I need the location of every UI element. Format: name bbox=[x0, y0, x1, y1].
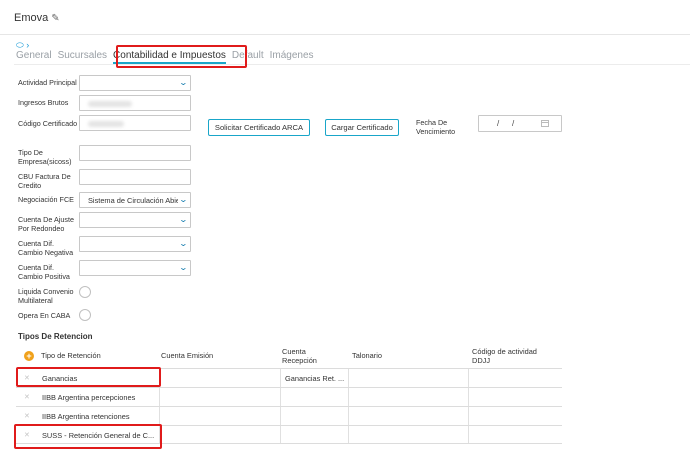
add-icon[interactable]: + bbox=[24, 351, 34, 361]
label-ingresos-brutos: Ingresos Brutos bbox=[18, 98, 69, 107]
cell-codigo[interactable] bbox=[468, 426, 469, 443]
calendar-icon[interactable] bbox=[541, 120, 549, 127]
label-cuenta-dif-negativa: Cuenta Dif. Cambio Negativa bbox=[18, 239, 74, 257]
chevron-down-icon: ⌄ bbox=[178, 215, 189, 224]
chevron-right-icon[interactable]: › bbox=[26, 40, 29, 50]
col-talonario: Talonario bbox=[352, 351, 382, 360]
col-cuenta-recepcion: Cuenta Recepción bbox=[282, 347, 317, 365]
label-fecha-vencimiento: Fecha De Vencimiento bbox=[416, 118, 456, 136]
cbu-factura-input[interactable] bbox=[79, 169, 191, 185]
solicitar-certificado-button[interactable]: Solicitar Certificado ARCA bbox=[208, 119, 310, 136]
remove-icon[interactable]: ✕ bbox=[24, 412, 30, 420]
cargar-certificado-button[interactable]: Cargar Certificado bbox=[325, 119, 399, 136]
row-tipo: IIBB Argentina percepciones bbox=[42, 393, 136, 402]
header-divider bbox=[0, 34, 690, 35]
pencil-icon[interactable]: ✎ bbox=[51, 13, 59, 24]
cell-cuenta-emision[interactable] bbox=[159, 388, 160, 406]
cell-talonario[interactable] bbox=[348, 369, 349, 387]
highlight-box-ganancias bbox=[16, 367, 161, 387]
table-row[interactable]: ✕ IIBB Argentina percepciones bbox=[16, 387, 562, 406]
retenciones-title: Tipos De Retencion bbox=[18, 332, 93, 341]
fecha-vencimiento-input[interactable]: / / bbox=[478, 115, 562, 132]
row-tipo: IIBB Argentina retenciones bbox=[42, 412, 130, 421]
col-codigo-actividad: Código de actividad DDJJ bbox=[472, 347, 537, 365]
tab-general[interactable]: General bbox=[16, 50, 52, 64]
col-tipo-retencion: Tipo de Retención bbox=[41, 351, 101, 360]
redacted-value bbox=[88, 101, 132, 107]
negociacion-fce-value: Sistema de Circulación Abierta bbox=[88, 196, 178, 205]
label-opera-caba: Opera En CABA bbox=[18, 311, 71, 320]
cell-codigo[interactable] bbox=[468, 388, 469, 406]
tag-icon[interactable]: ⬭ bbox=[16, 40, 24, 50]
chevron-down-icon: ⌄ bbox=[178, 263, 189, 272]
remove-icon[interactable]: ✕ bbox=[24, 393, 30, 401]
chevron-down-icon: ⌄ bbox=[178, 195, 189, 204]
negociacion-fce-select[interactable]: Sistema de Circulación Abierta ⌄ bbox=[79, 192, 191, 208]
label-cbu-factura: CBU Factura De Credito bbox=[18, 172, 71, 190]
cell-talonario[interactable] bbox=[348, 407, 349, 425]
cuenta-dif-negativa-select[interactable]: ⌄ bbox=[79, 236, 191, 252]
label-negociacion-fce: Negociación FCE bbox=[18, 195, 74, 204]
ingresos-brutos-input[interactable] bbox=[79, 95, 191, 111]
page-title: Emova ✎ bbox=[14, 12, 60, 24]
label-liquida-convenio: Liquida Convenio Multilateral bbox=[18, 287, 74, 305]
date-separator: / bbox=[497, 119, 500, 128]
chevron-down-icon: ⌄ bbox=[178, 78, 189, 87]
cell-cuenta-recepcion[interactable] bbox=[280, 407, 281, 425]
cell-codigo[interactable] bbox=[468, 369, 469, 387]
label-actividad-principal: Actividad Principal bbox=[18, 78, 77, 87]
tab-sucursales[interactable]: Sucursales bbox=[58, 50, 107, 64]
highlight-box-suss bbox=[14, 424, 162, 449]
label-cuenta-dif-positiva: Cuenta Dif. Cambio Positiva bbox=[18, 263, 70, 281]
label-tipo-empresa: Tipo De Empresa(sicoss) bbox=[18, 148, 72, 166]
cuenta-dif-positiva-select[interactable]: ⌄ bbox=[79, 260, 191, 276]
cell-talonario[interactable] bbox=[348, 426, 349, 443]
actividad-principal-select[interactable]: ⌄ bbox=[79, 75, 191, 91]
label-cuenta-ajuste: Cuenta De Ajuste Por Redondeo bbox=[18, 215, 74, 233]
cell-cuenta-emision[interactable] bbox=[159, 407, 160, 425]
cuenta-recepcion-value: Ganancias Ret. ... bbox=[285, 374, 345, 383]
opera-caba-radio[interactable] bbox=[79, 309, 91, 321]
cell-cuenta-recepcion[interactable] bbox=[280, 426, 281, 443]
cell-cuenta-recepcion[interactable] bbox=[280, 388, 281, 406]
tab-imagenes[interactable]: Imágenes bbox=[270, 50, 314, 64]
tipo-empresa-input[interactable] bbox=[79, 145, 191, 161]
cell-talonario[interactable] bbox=[348, 388, 349, 406]
table-row[interactable]: ✕ IIBB Argentina retenciones bbox=[16, 406, 562, 425]
cuenta-ajuste-select[interactable]: ⌄ bbox=[79, 212, 191, 228]
cell-cuenta-recepcion[interactable]: Ganancias Ret. ... bbox=[280, 369, 562, 387]
label-codigo-certificado: Código Certificado bbox=[18, 119, 78, 128]
redacted-value bbox=[88, 121, 124, 127]
date-separator: / bbox=[512, 119, 515, 128]
highlight-box-tab bbox=[116, 45, 247, 68]
col-cuenta-emision: Cuenta Emisión bbox=[161, 351, 214, 360]
cell-codigo[interactable] bbox=[468, 407, 469, 425]
codigo-certificado-input[interactable] bbox=[79, 115, 191, 131]
page-title-text: Emova bbox=[14, 12, 49, 24]
chevron-down-icon: ⌄ bbox=[178, 239, 189, 248]
liquida-convenio-radio[interactable] bbox=[79, 286, 91, 298]
